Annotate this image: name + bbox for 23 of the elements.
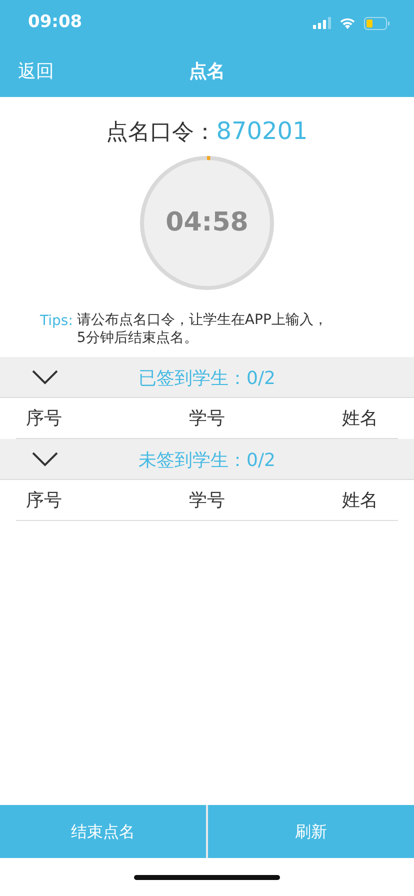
footer-button[interactable]: 结束点名	[0, 805, 206, 858]
column-header: 序号	[25, 488, 62, 513]
signal-icon	[313, 17, 331, 29]
tips-label: Tips:	[40, 312, 73, 331]
back-button[interactable]: 返回	[0, 58, 72, 85]
command-label: 点名口令：	[106, 119, 216, 147]
section-title: 已签到学生：0/2	[138, 367, 276, 392]
chevron-down-icon	[32, 452, 58, 467]
timer-text: 04:58	[166, 208, 248, 238]
chevron-down-icon	[32, 370, 58, 385]
footer-button[interactable]: 刷新	[208, 805, 414, 858]
column-header: 姓名	[342, 406, 379, 431]
tips-text: 请公布点名口令，让学生在APP上输入， 5分钟后结束点名。	[76, 311, 328, 348]
column-header: 序号	[25, 406, 62, 431]
section-title: 未签到学生：0/2	[138, 449, 276, 474]
column-header: 学号	[188, 488, 225, 513]
column-header: 姓名	[342, 488, 379, 513]
page-title: 点名	[189, 60, 225, 84]
command-code: 870201	[216, 116, 308, 147]
status-time: 09:08	[28, 11, 82, 34]
wifi-icon	[339, 17, 356, 29]
battery-icon	[364, 16, 390, 30]
column-header: 学号	[188, 406, 225, 431]
